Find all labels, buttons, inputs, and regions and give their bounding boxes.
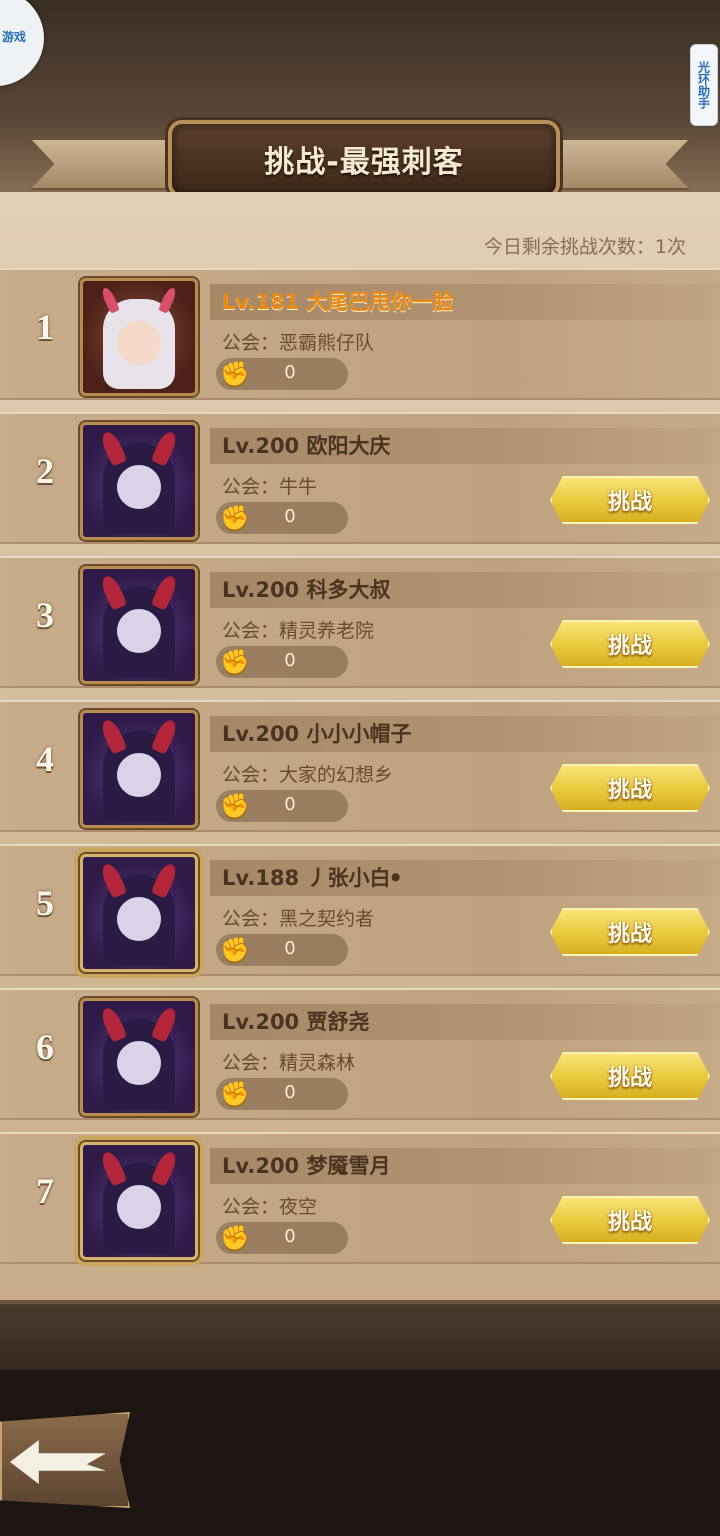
player-name: Lv.181 大尾巴甩你一脸 (222, 290, 454, 314)
player-name: Lv.200 科多大叔 (222, 578, 391, 602)
player-guild: 公会：黑之契约者 (222, 908, 375, 930)
power-value: 0 (284, 794, 296, 815)
rank-row: 4 Lv.200 小小小帽子 公会：大家的幻想乡 ✊ 0 挑战 (0, 700, 720, 832)
avatar-face (117, 1041, 161, 1085)
power-value: 0 (284, 1082, 296, 1103)
avatar-face (117, 1185, 161, 1229)
rank-row: 7 Lv.200 梦魇雪月 公会：夜空 ✊ 0 挑战 (0, 1132, 720, 1264)
challenge-button-label: 挑战 (607, 634, 652, 659)
fist-icon: ✊ (220, 1080, 250, 1108)
fist-icon: ✊ (220, 792, 250, 820)
player-guild: 公会：大家的幻想乡 (222, 764, 394, 786)
rank-row: 3 Lv.200 科多大叔 公会：精灵养老院 ✊ 0 挑战 (0, 556, 720, 688)
player-name: Lv.200 梦魇雪月 (222, 1154, 391, 1178)
rank-number: 4 (36, 739, 54, 779)
power-bar: ✊ 0 (216, 1222, 348, 1254)
player-name: Lv.200 小小小帽子 (222, 722, 412, 746)
floating-app-logo-text: 游戏 (2, 30, 27, 44)
challenge-button[interactable]: 挑战 (550, 1052, 710, 1100)
fist-icon: ✊ (220, 1224, 250, 1252)
player-avatar[interactable] (80, 566, 198, 684)
avatar-face (117, 321, 161, 365)
player-guild: 公会：牛牛 (222, 476, 318, 498)
avatar-horn-left (99, 286, 121, 314)
title-ribbon: 挑战-最强刺客 (30, 120, 690, 198)
rank-number: 5 (36, 883, 54, 923)
avatar-horn-right (150, 429, 180, 467)
rank-number: 2 (36, 451, 54, 491)
fist-icon: ✊ (220, 360, 250, 388)
power-bar: ✊ 0 (216, 934, 348, 966)
player-guild: 公会：夜空 (222, 1196, 318, 1218)
power-value: 0 (284, 362, 296, 383)
avatar-face (117, 609, 161, 653)
rank-number: 1 (36, 307, 54, 347)
power-value: 0 (284, 938, 296, 959)
avatar-face (117, 465, 161, 509)
power-bar: ✊ 0 (216, 358, 348, 390)
power-bar: ✊ 0 (216, 790, 348, 822)
rank-row: 5 Lv.188 丿张小白ꔷ 公会：黑之契约者 ✊ 0 挑战 (0, 844, 720, 976)
power-value: 0 (284, 650, 296, 671)
power-value: 0 (284, 506, 296, 527)
avatar-horn-right (150, 573, 180, 611)
fist-icon: ✊ (220, 504, 250, 532)
player-guild: 公会：精灵养老院 (222, 620, 375, 642)
player-avatar[interactable] (80, 854, 198, 972)
rank-row: 1 Lv.181 大尾巴甩你一脸 公会：恶霸熊仔队 ✊ 0 (0, 268, 720, 400)
player-name: Lv.200 贾舒尧 (222, 1010, 370, 1034)
avatar-horn-right (150, 1005, 180, 1043)
challenge-button[interactable]: 挑战 (550, 908, 710, 956)
challenge-button[interactable]: 挑战 (550, 476, 710, 524)
avatar-horn-right (150, 717, 180, 755)
player-avatar[interactable] (80, 278, 198, 396)
fist-icon: ✊ (220, 936, 250, 964)
rank-row: 2 Lv.200 欧阳大庆 公会：牛牛 ✊ 0 挑战 (0, 412, 720, 544)
rank-number: 6 (36, 1027, 54, 1067)
power-value: 0 (284, 1226, 296, 1247)
challenge-button[interactable]: 挑战 (550, 764, 710, 812)
player-guild: 公会：精灵森林 (222, 1052, 356, 1074)
avatar-face (117, 753, 161, 797)
title-plate: 挑战-最强刺客 (168, 120, 560, 198)
challenge-button-label: 挑战 (607, 778, 652, 803)
avatar-horn-right (157, 286, 179, 314)
avatar-horn-right (150, 861, 180, 899)
assistant-sidebar-tab[interactable]: 光环助手 (690, 44, 718, 126)
challenge-button-label: 挑战 (607, 1066, 652, 1091)
fist-icon: ✊ (220, 648, 250, 676)
challenge-button-label: 挑战 (607, 490, 652, 515)
rank-number: 3 (36, 595, 54, 635)
player-avatar[interactable] (80, 422, 198, 540)
power-bar: ✊ 0 (216, 502, 348, 534)
player-name: Lv.188 丿张小白ꔷ (222, 866, 401, 890)
power-bar: ✊ 0 (216, 1078, 348, 1110)
player-name: Lv.200 欧阳大庆 (222, 434, 391, 458)
page-title: 挑战-最强刺客 (264, 145, 464, 180)
player-guild: 公会：恶霸熊仔队 (222, 332, 375, 354)
avatar-face (117, 897, 161, 941)
challenge-button-label: 挑战 (607, 1210, 652, 1235)
challenge-button[interactable]: 挑战 (550, 1196, 710, 1244)
rank-row: 6 Lv.200 贾舒尧 公会：精灵森林 ✊ 0 挑战 (0, 988, 720, 1120)
challenge-button[interactable]: 挑战 (550, 620, 710, 668)
rank-number: 7 (36, 1171, 54, 1211)
challenge-button-label: 挑战 (607, 922, 652, 947)
remaining-challenges: 今日剩余挑战次数：1次 (483, 236, 686, 258)
panel-bottom-border (0, 1300, 720, 1374)
player-avatar[interactable] (80, 710, 198, 828)
player-avatar[interactable] (80, 998, 198, 1116)
avatar-horn-right (150, 1149, 180, 1187)
power-bar: ✊ 0 (216, 646, 348, 678)
player-avatar[interactable] (80, 1142, 198, 1260)
